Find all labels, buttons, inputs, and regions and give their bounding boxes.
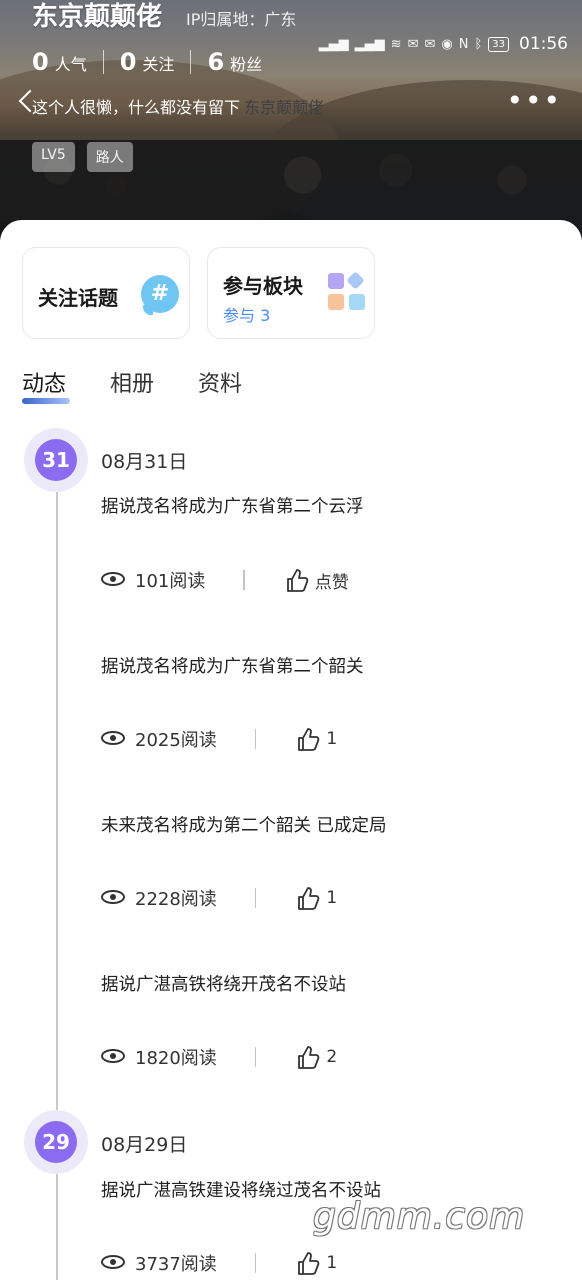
post-title[interactable]: 未来茂名将成为第二个韶关 已成定局: [101, 812, 387, 837]
card-title: 参与板块: [223, 274, 303, 298]
eye-icon: [101, 572, 127, 588]
like-count[interactable]: 2: [326, 1047, 337, 1067]
ip-location: IP归属地：广东: [186, 10, 297, 29]
stat-number: 6: [207, 48, 225, 76]
card-subtitle: 参与 3: [223, 306, 271, 325]
nfc-icon: N: [458, 36, 469, 52]
thumbs-up-icon[interactable]: [296, 726, 320, 752]
stat-label: 关注: [142, 55, 175, 74]
day-number: 29: [35, 1121, 77, 1163]
thumbs-up-icon[interactable]: [296, 1250, 320, 1276]
day-number: 31: [35, 439, 77, 481]
read-count: 2228阅读: [135, 889, 217, 910]
stat-followers[interactable]: 6 粉丝: [207, 48, 262, 76]
read-count: 2025阅读: [135, 730, 217, 751]
bluetooth-icon: ᛒ: [474, 36, 483, 52]
battery-icon: 33: [488, 36, 509, 52]
read-count: 3737阅读: [135, 1254, 217, 1275]
joined-boards-card[interactable]: 参与板块 参与 3: [207, 247, 375, 339]
thumbs-up-icon[interactable]: [296, 885, 320, 911]
stat-number: 0: [119, 48, 137, 76]
stat-label: 人气: [54, 55, 87, 74]
divider: [190, 50, 192, 74]
mail-icon: ✉: [424, 36, 436, 52]
divider: [254, 729, 257, 749]
hashtag-icon: #: [141, 275, 179, 315]
divider: [254, 1253, 257, 1273]
post-meta: 2228阅读 1: [101, 883, 337, 913]
read-count: 1820阅读: [135, 1048, 217, 1069]
card-title: 关注话题: [38, 286, 118, 310]
eye-icon: ◉: [441, 36, 453, 52]
tab-activity[interactable]: 动态: [22, 366, 70, 404]
divider: [243, 570, 245, 590]
date-label: 08月31日: [101, 451, 188, 473]
grid-apps-icon: [328, 271, 366, 313]
post-meta: 1820阅读 2: [101, 1042, 337, 1072]
user-bio: 这个人很懒，什么都没有留下: [32, 98, 241, 117]
role-badge: 路人: [86, 142, 133, 172]
thumbs-up-icon[interactable]: [285, 567, 309, 593]
tab-profile-info[interactable]: 资料: [198, 366, 242, 398]
signal-icon: ▂▄▆: [318, 36, 349, 52]
stat-label: 粉丝: [230, 55, 263, 74]
eye-icon: [101, 731, 127, 747]
read-count: 101阅读: [135, 571, 206, 592]
day-badge: 31: [24, 428, 88, 492]
more-options-button[interactable]: •••: [506, 87, 562, 115]
thumbs-up-icon[interactable]: [296, 1044, 320, 1070]
like-count[interactable]: 点赞: [315, 568, 349, 593]
post-title[interactable]: 据说茂名将成为广东省第二个韶关: [101, 653, 364, 678]
divider: [102, 50, 104, 74]
post-meta: 101阅读 点赞: [101, 565, 349, 595]
eye-icon: [101, 1049, 127, 1065]
profile-tabs: 动态 相册 资料: [22, 366, 242, 404]
stat-following[interactable]: 0 关注: [120, 48, 175, 76]
like-count[interactable]: 1: [326, 1253, 337, 1273]
user-name: 东京颠颠佬: [32, 2, 163, 32]
site-watermark: gdmm.com: [313, 1196, 526, 1237]
active-tab-indicator: [22, 398, 70, 404]
day-badge: 29: [24, 1110, 88, 1174]
divider: [254, 1047, 257, 1067]
tab-album[interactable]: 相册: [110, 366, 154, 398]
level-badge: LV5: [32, 142, 75, 172]
tab-label: 动态: [22, 372, 67, 397]
status-bar: ▂▄▆ ▂▄▆ ≋ ✉ ✉ ◉ N ᛒ 33 01:56: [319, 30, 568, 58]
signal-icon: ▂▄▆: [354, 36, 385, 52]
divider: [254, 888, 257, 908]
profile-header: 东京颠颠佬 IP归属地：广东 ▂▄▆ ▂▄▆ ≋ ✉ ✉ ◉ N ᛒ 33 01…: [0, 0, 582, 240]
stat-popularity[interactable]: 0 人气: [32, 48, 87, 76]
stat-number: 0: [32, 48, 49, 76]
status-time: 01:56: [519, 34, 568, 54]
profile-stats: 0 人气 0 关注 6 粉丝: [32, 48, 262, 76]
mail-icon: ✉: [407, 36, 419, 52]
wifi-icon: ≋: [390, 36, 402, 52]
post-title[interactable]: 据说广湛高铁将绕开茂名不设站: [101, 971, 346, 996]
like-count[interactable]: 1: [326, 888, 337, 908]
user-tags: LV5 路人: [32, 142, 133, 172]
eye-icon: [101, 890, 127, 906]
post-title[interactable]: 据说茂名将成为广东省第二个云浮: [101, 493, 364, 518]
like-count[interactable]: 1: [326, 729, 337, 749]
post-meta: 3737阅读 1: [101, 1248, 337, 1278]
followed-topics-card[interactable]: 关注话题 #: [22, 247, 190, 339]
nav-title: 东京颠颠佬: [244, 98, 325, 117]
eye-icon: [101, 1255, 127, 1271]
date-label: 08月29日: [101, 1134, 188, 1156]
nav-row: 这个人很懒，什么都没有留下 东京颠颠佬 •••: [0, 86, 582, 122]
post-meta: 2025阅读 1: [101, 724, 337, 754]
